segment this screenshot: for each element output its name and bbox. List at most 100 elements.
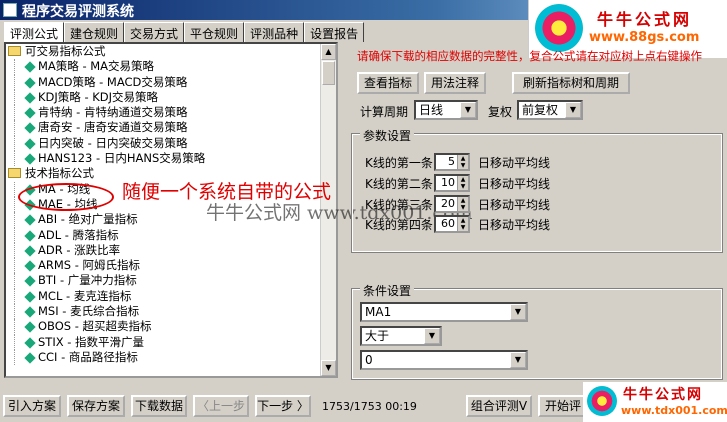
tree-item[interactable]: ADR - 涨跌比率 xyxy=(6,242,336,259)
tree-item[interactable]: ARMS - 阿姆氏指标 xyxy=(6,258,336,274)
tree-item[interactable]: 肯特纳 - 肯特纳通道交易策略 xyxy=(6,105,336,121)
period-select[interactable]: 日线 ▼ xyxy=(414,100,478,120)
tab-entry-rules[interactable]: 建仓规则 xyxy=(64,22,125,42)
tree-item[interactable]: ADL - 腾落指标 xyxy=(6,227,336,243)
adjust-value: 前复权 xyxy=(522,103,559,117)
scroll-down-icon[interactable]: ▼ xyxy=(321,360,336,376)
formula-icon xyxy=(24,336,36,349)
tree-connector xyxy=(14,212,15,228)
tree-label: STIX - 指数平滑广量 xyxy=(38,334,145,349)
tree-connector xyxy=(14,242,15,259)
tab-instruments[interactable]: 评测品种 xyxy=(244,22,305,42)
tab-exit-rules[interactable]: 平仓规则 xyxy=(184,22,245,42)
chevron-down-icon[interactable]: ▼ xyxy=(510,304,526,320)
tree-item[interactable]: MA策略 - MA交易策略 xyxy=(6,59,336,75)
tab-trade-mode[interactable]: 交易方式 xyxy=(124,22,185,42)
tree-item[interactable]: KDJ策略 - KDJ交易策略 xyxy=(6,89,336,106)
param-unit: 日移动平均线 xyxy=(478,198,551,212)
formula-icon xyxy=(24,107,36,119)
condition-value-select[interactable]: 0 ▼ xyxy=(360,350,528,370)
tree-item[interactable]: 日内突破 - 日内突破交易策略 xyxy=(6,135,336,152)
import-plan-button[interactable]: 引入方案 xyxy=(3,395,61,417)
formula-icon xyxy=(24,153,36,165)
chevron-down-icon[interactable]: ▼ xyxy=(424,328,440,344)
formula-icon xyxy=(24,291,36,303)
formula-icon xyxy=(24,275,36,288)
tree-label: MA策略 - MA交易策略 xyxy=(38,59,155,74)
tree-connector xyxy=(14,120,15,136)
data-notice: 请确保下载的相应数据的完整性，复合公式请在对应树上点右键操作 xyxy=(357,49,702,63)
tree-label: KDJ策略 - KDJ交易策略 xyxy=(38,89,159,104)
chevron-down-icon[interactable]: ▼ xyxy=(460,102,476,118)
param-spinner[interactable]: 60 ▲ ▼ xyxy=(434,215,470,233)
period-label: 计算周期 xyxy=(360,105,409,119)
formula-icon xyxy=(24,260,36,272)
tree-item[interactable]: 唐奇安 - 唐奇安通道交易策略 xyxy=(6,120,336,136)
spinner-arrows-icon[interactable]: ▲ ▼ xyxy=(457,197,468,211)
param-spinner[interactable]: 5 ▲ ▼ xyxy=(434,153,470,171)
next-step-button[interactable]: 下一步 〉 xyxy=(255,395,311,417)
usage-notes-button[interactable]: 用法注释 xyxy=(424,72,486,94)
tree-label: MACD策略 - MACD交易策略 xyxy=(38,74,188,89)
formula-icon xyxy=(24,352,36,364)
annotation-circle xyxy=(18,183,114,211)
combo-test-button[interactable]: 组合评测V xyxy=(466,395,532,417)
formula-icon xyxy=(24,122,36,135)
tree-item[interactable]: OBOS - 超买超卖指标 xyxy=(6,319,336,335)
param-unit: 日移动平均线 xyxy=(478,177,551,191)
tab-formula[interactable]: 评测公式 xyxy=(4,22,65,43)
folder-icon xyxy=(8,168,21,179)
scroll-thumb[interactable] xyxy=(322,61,335,85)
param-spinner[interactable]: 20 ▲ ▼ xyxy=(434,195,470,213)
condition-operator-select[interactable]: 大于 ▼ xyxy=(360,326,442,346)
tree-item[interactable]: HANS123 - 日内HANS交易策略 xyxy=(6,151,336,167)
save-plan-button[interactable]: 保存方案 xyxy=(67,395,125,417)
download-data-button[interactable]: 下载数据 xyxy=(131,395,187,417)
tree-connector xyxy=(14,59,15,75)
param-value: 5 xyxy=(448,155,455,168)
tree-item[interactable]: MCL - 麦克连指标 xyxy=(6,288,336,305)
tab-report[interactable]: 设置报告 xyxy=(304,22,365,42)
tree-label: OBOS - 超买超卖指标 xyxy=(38,319,152,334)
param-label: K线的第二条 xyxy=(365,177,433,191)
tree-item[interactable]: MSI - 麦氏综合指标 xyxy=(6,304,336,320)
chevron-down-icon[interactable]: ▼ xyxy=(510,352,526,368)
tree-item[interactable]: BTI - 广量冲力指标 xyxy=(6,273,336,289)
tree-label: ARMS - 阿姆氏指标 xyxy=(38,258,141,273)
param-unit: 日移动平均线 xyxy=(478,218,551,232)
spinner-arrows-icon[interactable]: ▲ ▼ xyxy=(457,176,468,190)
scroll-up-icon[interactable]: ▲ xyxy=(321,44,336,60)
refresh-tree-button[interactable]: 刷新指标树和周期 xyxy=(512,72,630,94)
start-test-button[interactable]: 开始评 xyxy=(538,395,588,417)
condition-field-select[interactable]: MA1 ▼ xyxy=(360,302,528,322)
tree-label: BTI - 广量冲力指标 xyxy=(38,273,137,288)
progress-status: 1753/1753 00:19 xyxy=(322,400,417,413)
prev-step-button[interactable]: 〈上一步 xyxy=(193,395,249,417)
tree-connector xyxy=(14,288,15,305)
logo-url: www.88gs.com xyxy=(589,30,700,45)
view-indicator-button[interactable]: 查看指标 xyxy=(357,72,419,94)
tree-group[interactable]: 可交易指标公式 xyxy=(6,44,336,59)
tree-connector xyxy=(14,273,15,289)
chevron-down-icon[interactable]: ▼ xyxy=(565,102,581,118)
tree-label: ADR - 涨跌比率 xyxy=(38,242,121,257)
tree-connector xyxy=(14,105,15,121)
window-title: 程序交易评测系统 xyxy=(22,4,134,20)
tree-item[interactable]: STIX - 指数平滑广量 xyxy=(6,334,336,350)
folder-icon xyxy=(8,46,21,56)
tree-item[interactable]: MACD策略 - MACD交易策略 xyxy=(6,74,336,90)
brand-logo-bottom: 牛牛公式网 www.tdx001.com xyxy=(583,382,727,422)
param-spinner[interactable]: 10 ▲ ▼ xyxy=(434,174,470,192)
adjust-select[interactable]: 前复权 ▼ xyxy=(517,100,583,120)
params-group xyxy=(351,133,723,253)
tree-item[interactable]: CCI - 商品路径指标 xyxy=(6,349,336,366)
tree-connector xyxy=(14,349,15,366)
tree-connector xyxy=(14,74,15,90)
spinner-arrows-icon[interactable]: ▲ ▼ xyxy=(457,155,468,169)
params-title: 参数设置 xyxy=(360,127,415,144)
param-value: 10 xyxy=(441,176,455,189)
condition-operator-value: 大于 xyxy=(365,329,390,343)
logo-url: www.tdx001.com xyxy=(621,404,727,417)
spinner-arrows-icon[interactable]: ▲ ▼ xyxy=(457,217,468,231)
param-value: 60 xyxy=(441,217,455,230)
